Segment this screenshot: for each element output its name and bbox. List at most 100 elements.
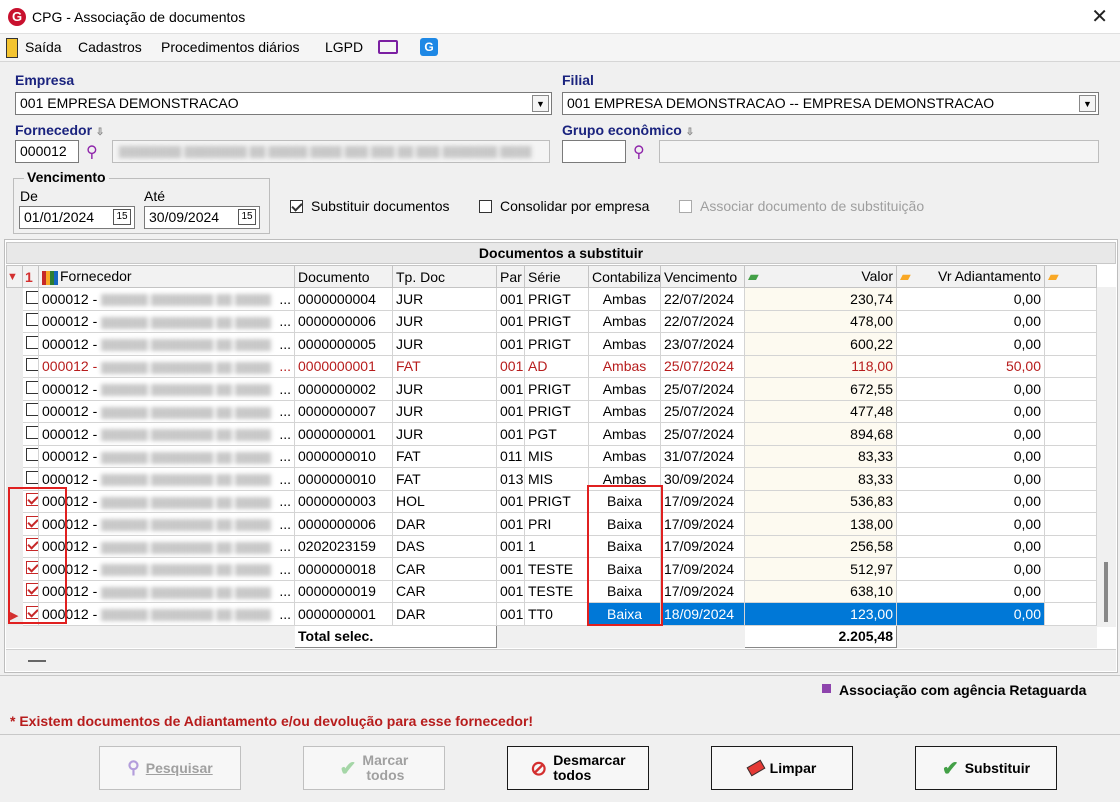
splitter-handle[interactable]	[28, 660, 46, 662]
row-checkbox[interactable]	[22, 354, 39, 378]
cell-par: 001	[496, 579, 525, 603]
table-row[interactable]: 000012 - ██████ ████████ ██ █████... 0000…	[6, 332, 1097, 356]
checkbox-icon[interactable]	[26, 290, 38, 304]
cell-extra	[1044, 557, 1097, 581]
table-row[interactable]: 000012 - ██████ ████████ ██ █████... 0000…	[6, 489, 1097, 513]
row-checkbox[interactable]	[22, 309, 39, 333]
checkbox-icon[interactable]	[26, 425, 38, 439]
col-valor-label: Valor	[861, 268, 893, 284]
consolidar-checkbox[interactable]: Consolidar por empresa	[479, 198, 649, 214]
col-valor[interactable]: ▰ Valor	[744, 265, 897, 288]
close-icon[interactable]: ✕	[1091, 4, 1108, 29]
ellipsis: ...	[279, 290, 291, 307]
menu-lgpd[interactable]: LGPD	[325, 39, 363, 55]
checkbox-icon[interactable]	[26, 313, 38, 327]
empresa-combo[interactable]: 001 EMPRESA DEMONSTRACAO ▼	[15, 92, 552, 115]
calendar-icon[interactable]: 15	[238, 209, 256, 225]
col-fornecedor[interactable]: Fornecedor	[38, 265, 295, 288]
row-checkbox[interactable]	[22, 444, 39, 468]
col-adiantamento[interactable]: ▰ Vr Adiantamento	[896, 265, 1045, 288]
table-row[interactable]: 000012 - ██████ ████████ ██ █████... 0000…	[6, 309, 1097, 333]
table-row[interactable]: 000012 - ██████ ████████ ██ █████... 0000…	[6, 354, 1097, 378]
filter-arrow-icon[interactable]: ▼	[6, 265, 23, 288]
cell-par: 013	[496, 467, 525, 491]
ellipsis: ...	[279, 448, 291, 465]
cell-adiantamento: 0,00	[896, 399, 1045, 423]
search-icon[interactable]: ⚲	[633, 142, 645, 162]
fornecedor-code-input[interactable]: 000012	[15, 140, 79, 163]
row-checkbox[interactable]	[22, 422, 39, 446]
col-par[interactable]: Par	[496, 265, 525, 288]
date-de-value: 01/01/2024	[24, 209, 95, 225]
row-checkbox[interactable]	[22, 287, 39, 311]
grid-footer-bar	[6, 649, 1116, 671]
table-row[interactable]: 000012 - ██████ ████████ ██ █████... 0000…	[6, 467, 1097, 491]
menu-cadastros[interactable]: Cadastros	[78, 39, 142, 55]
table-row[interactable]: 000012 - ██████ ████████ ██ █████... 0000…	[6, 557, 1097, 581]
table-row[interactable]: 000012 - ██████ ████████ ██ █████... 0000…	[6, 377, 1097, 401]
table-row[interactable]: 000012 - ██████ ████████ ██ █████... 0000…	[6, 444, 1097, 468]
checkbox-icon[interactable]	[290, 199, 303, 213]
cell-par: 001	[496, 287, 525, 311]
row-checkbox[interactable]	[22, 332, 39, 356]
limpar-button[interactable]: Limpar	[711, 746, 853, 790]
cell-vencimento: 22/07/2024	[660, 287, 745, 311]
cell-adiantamento: 0,00	[896, 467, 1045, 491]
eraser-icon	[746, 759, 766, 777]
checkbox-icon[interactable]	[26, 448, 38, 462]
fornecedor-name-blurred: ██████ ████████ ██ █████	[101, 451, 272, 464]
chevron-down-icon[interactable]: ▼	[1079, 95, 1096, 112]
table-row[interactable]: 000012 - ██████ ████████ ██ █████... 0000…	[6, 512, 1097, 536]
pesquisar-button[interactable]: ⚲ Pesquisar	[99, 746, 241, 790]
cell-tpdoc: JUR	[392, 309, 497, 333]
cell-adiantamento: 0,00	[896, 422, 1045, 446]
menu-procedimentos[interactable]: Procedimentos diários	[161, 39, 300, 55]
cell-vencimento: 17/09/2024	[660, 579, 745, 603]
ellipsis: ...	[279, 605, 291, 622]
date-de-input[interactable]: 01/01/2024 15	[19, 206, 135, 229]
fornecedor-name-blurred: ██████ ████████ ██ █████	[101, 541, 272, 554]
checkbox-icon[interactable]	[479, 199, 492, 213]
desmarcar-todos-button[interactable]: ⊘ Desmarcar todos	[507, 746, 649, 790]
chevron-down-icon[interactable]: ▼	[532, 95, 549, 112]
row-checkbox[interactable]	[22, 399, 39, 423]
checkbox-icon[interactable]	[26, 335, 38, 349]
cell-fornecedor: 000012 - ██████ ████████ ██ █████...	[38, 467, 295, 491]
table-row[interactable]: 000012 - ██████ ████████ ██ █████... 0202…	[6, 534, 1097, 558]
checkbox-icon[interactable]	[26, 470, 38, 484]
cell-serie: PRIGT	[524, 309, 589, 333]
columns-icon	[42, 270, 58, 285]
row-checkbox[interactable]	[22, 377, 39, 401]
col-contabiliza[interactable]: Contabiliza	[588, 265, 661, 288]
date-ate-input[interactable]: 30/09/2024 15	[144, 206, 260, 229]
menu-saida[interactable]: Saída	[25, 39, 62, 55]
cell-vencimento: 22/07/2024	[660, 309, 745, 333]
row-pointer	[6, 422, 23, 446]
checkbox-icon[interactable]	[26, 403, 38, 417]
monitor-icon[interactable]	[378, 40, 398, 54]
col-vencimento[interactable]: Vencimento	[660, 265, 745, 288]
checkbox-icon[interactable]	[26, 380, 38, 394]
table-row[interactable]: 000012 - ██████ ████████ ██ █████... 0000…	[6, 287, 1097, 311]
table-row[interactable]: 000012 - ██████ ████████ ██ █████... 0000…	[6, 422, 1097, 446]
col-documento[interactable]: Documento	[294, 265, 393, 288]
substituir-checkbox[interactable]: Substituir documentos	[290, 198, 450, 214]
table-row[interactable]: 000012 - ██████ ████████ ██ █████... 0000…	[6, 579, 1097, 603]
table-row[interactable]: ▶ 000012 - ██████ ████████ ██ █████... 000…	[6, 602, 1097, 626]
checkbox-icon[interactable]	[26, 358, 38, 372]
marcar-todos-button[interactable]: ✔ Marcar todos	[303, 746, 445, 790]
col-serie[interactable]: Série	[524, 265, 589, 288]
sort-order-icon[interactable]: 1	[22, 265, 39, 288]
search-icon[interactable]: ⚲	[86, 142, 98, 162]
col-tpdoc[interactable]: Tp. Doc	[392, 265, 497, 288]
grupo-code-input[interactable]	[562, 140, 626, 163]
cell-extra	[1044, 332, 1097, 356]
grid-scrollbar-thumb[interactable]	[1104, 562, 1108, 622]
filial-combo[interactable]: 001 EMPRESA DEMONSTRACAO -- EMPRESA DEMO…	[562, 92, 1099, 115]
calendar-icon[interactable]: 15	[113, 209, 131, 225]
grid-title: Documentos a substituir	[6, 242, 1116, 264]
substituir-button[interactable]: ✔ Substituir	[915, 746, 1057, 790]
table-row[interactable]: 000012 - ██████ ████████ ██ █████... 0000…	[6, 399, 1097, 423]
g-app-icon[interactable]: G	[420, 38, 438, 56]
search-icon: ⚲	[127, 758, 140, 777]
